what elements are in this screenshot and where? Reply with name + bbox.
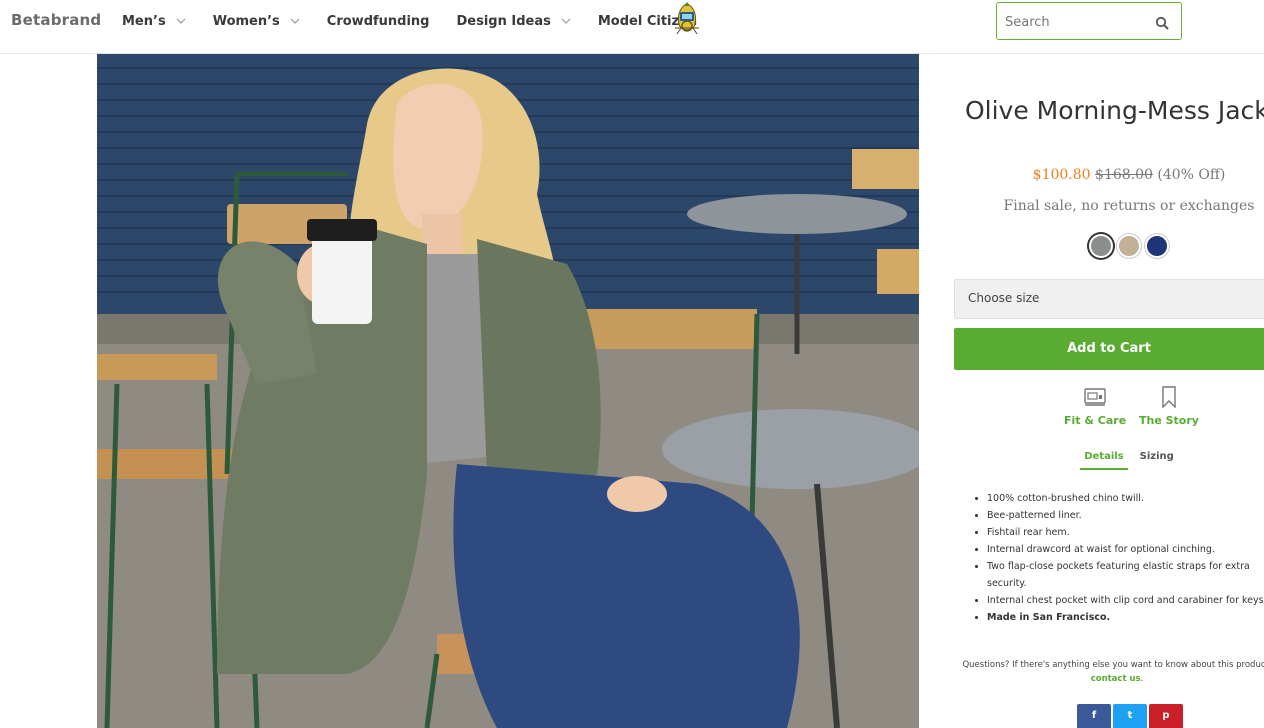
- bookmark-icon: [1157, 386, 1181, 409]
- search-icon[interactable]: [1155, 15, 1169, 30]
- product-panel: Olive Morning-Mess Jacket $100.80 $168.0…: [944, 54, 1264, 728]
- chevron-down-icon: [176, 16, 186, 26]
- fit-care-label: Fit & Care: [1064, 414, 1127, 427]
- main-nav: Men’s Women’s Crowdfunding Design Ideas …: [122, 0, 724, 42]
- nav-item-label: Design Ideas: [456, 13, 551, 29]
- original-price: $168.00: [1095, 167, 1153, 183]
- sale-price: $100.80: [1032, 167, 1091, 183]
- nav-item-crowdfunding[interactable]: Crowdfunding: [327, 14, 430, 29]
- list-item: Internal drawcord at waist for optional …: [987, 541, 1264, 558]
- fit-care-link[interactable]: Fit & Care: [1064, 386, 1126, 427]
- facebook-share-button[interactable]: f: [1077, 704, 1111, 728]
- story-label: The Story: [1139, 414, 1199, 427]
- questions-note: Questions? If there's anything else you …: [952, 658, 1264, 686]
- details-list: 100% cotton-brushed chino twill. Bee-pat…: [974, 490, 1264, 626]
- list-item: Bee-patterned liner.: [987, 507, 1264, 524]
- pinterest-icon: p: [1162, 710, 1170, 721]
- list-item: Fishtail rear hem.: [987, 524, 1264, 541]
- nav-item-mens[interactable]: Men’s: [122, 14, 186, 29]
- social-share: f t p: [1077, 704, 1185, 728]
- search-box: [996, 2, 1182, 40]
- product-title: Olive Morning-Mess Jacket: [964, 96, 1264, 125]
- add-to-cart-button[interactable]: Add to Cart: [954, 328, 1264, 370]
- swatch-olive[interactable]: [1089, 234, 1113, 258]
- product-photo: [97, 54, 919, 728]
- story-link[interactable]: The Story: [1139, 386, 1199, 427]
- mascot-logo-icon[interactable]: [667, 0, 707, 40]
- nav-item-label: Crowdfunding: [326, 13, 430, 29]
- list-item: Made in San Francisco.: [987, 609, 1264, 626]
- list-item: Two flap-close pockets featuring elastic…: [987, 558, 1264, 592]
- list-item: 100% cotton-brushed chino twill.: [987, 490, 1264, 507]
- site-header: Betabrand Men’s Women’s Crowdfunding Des…: [0, 0, 1264, 54]
- final-sale-note: Final sale, no returns or exchanges: [1003, 198, 1255, 214]
- size-select[interactable]: Choose size: [954, 279, 1264, 319]
- info-tabs: Details Sizing: [944, 450, 1264, 470]
- twitter-share-button[interactable]: t: [1113, 704, 1147, 728]
- nav-item-womens[interactable]: Women’s: [213, 14, 300, 29]
- nav-item-design-ideas[interactable]: Design Ideas: [456, 13, 571, 29]
- chevron-down-icon: [290, 16, 300, 26]
- tab-details[interactable]: Details: [1080, 450, 1128, 470]
- nav-item-label: Men’s: [122, 13, 166, 29]
- chevron-down-icon: [561, 16, 571, 26]
- list-item: Internal chest pocket with clip cord and…: [987, 592, 1264, 609]
- tab-sizing[interactable]: Sizing: [1136, 450, 1178, 470]
- discount-label: (40% Off): [1157, 167, 1226, 183]
- contact-us-link[interactable]: contact us: [1091, 674, 1141, 684]
- swatch-tan[interactable]: [1117, 234, 1141, 258]
- questions-text: Questions? If there's anything else you …: [962, 660, 1264, 670]
- price-row: $100.80 $168.00 (40% Off): [944, 167, 1264, 183]
- color-swatches: [1089, 234, 1173, 258]
- brand-logo[interactable]: Betabrand: [11, 11, 101, 29]
- sewing-machine-icon: [1083, 386, 1107, 408]
- pinterest-share-button[interactable]: p: [1149, 704, 1183, 728]
- questions-suffix: .: [1140, 674, 1144, 684]
- nav-item-label: Women’s: [212, 13, 280, 29]
- search-input[interactable]: [1005, 12, 1145, 32]
- swatch-navy[interactable]: [1145, 234, 1169, 258]
- facebook-icon: f: [1091, 710, 1097, 721]
- twitter-icon: t: [1127, 710, 1133, 721]
